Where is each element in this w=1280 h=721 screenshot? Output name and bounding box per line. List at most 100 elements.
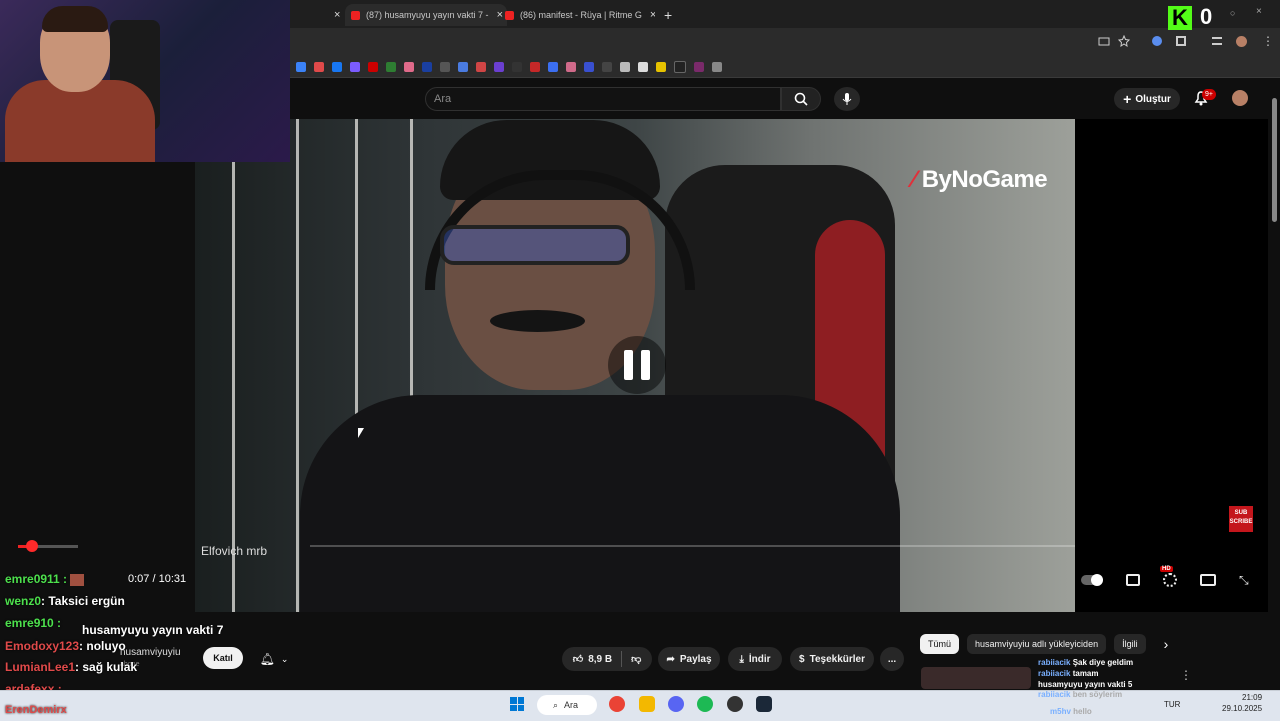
settings-gear-icon[interactable] bbox=[1163, 573, 1178, 587]
spotify-icon[interactable] bbox=[697, 696, 713, 712]
chat-message: rabiiacik Şak diye geldim bbox=[1038, 658, 1134, 667]
bookmark-icon[interactable] bbox=[694, 61, 704, 72]
chevron-down-icon: ⌄ bbox=[280, 653, 289, 664]
profile-icon[interactable] bbox=[1236, 36, 1247, 47]
bookmark-icon[interactable] bbox=[584, 61, 594, 72]
bookmark-icon[interactable] bbox=[530, 61, 540, 72]
page-scrollbar[interactable] bbox=[1272, 98, 1277, 222]
notification-badge: 9+ bbox=[1202, 89, 1216, 100]
download-button[interactable]: ⤓ İndir bbox=[728, 647, 782, 671]
bookmarks-bar bbox=[290, 56, 1280, 78]
media-icon[interactable] bbox=[1212, 37, 1222, 45]
steam-icon[interactable] bbox=[756, 696, 772, 712]
theater-mode-icon[interactable] bbox=[1200, 574, 1217, 586]
language-indicator[interactable]: TUR bbox=[1164, 700, 1180, 709]
bookmark-icon[interactable] bbox=[314, 61, 324, 72]
obs-icon[interactable] bbox=[727, 696, 743, 712]
new-tab-button[interactable]: + bbox=[664, 4, 672, 26]
dislike-icon[interactable]: 👎︎ bbox=[631, 653, 641, 665]
chat-message: emre910 : bbox=[5, 616, 62, 630]
file-explorer-icon[interactable] bbox=[639, 696, 655, 712]
bookmark-icon[interactable] bbox=[602, 61, 612, 72]
bookmark-icon[interactable] bbox=[656, 61, 666, 72]
avatar[interactable] bbox=[1232, 90, 1248, 106]
autoplay-toggle[interactable] bbox=[1081, 574, 1104, 586]
join-button[interactable]: Katıl bbox=[203, 647, 243, 669]
menu-kebab-icon[interactable]: ⋮ bbox=[1262, 34, 1274, 48]
bookmark-icon[interactable] bbox=[566, 61, 576, 72]
like-count[interactable]: 8,9 B bbox=[588, 654, 612, 665]
more-actions-button[interactable]: ... bbox=[880, 647, 904, 671]
bynogame-watermark: ∕ ByNoGame bbox=[912, 166, 1048, 194]
bookmark-icon[interactable] bbox=[476, 61, 486, 72]
address-bar[interactable]: ⋮ bbox=[290, 28, 1280, 56]
bookmark-icon[interactable] bbox=[512, 61, 522, 72]
subscription-bell-button[interactable]: 🔔︎ ⌄ bbox=[254, 648, 294, 670]
bookmark-icon[interactable] bbox=[332, 61, 342, 72]
extensions-puzzle-icon[interactable] bbox=[1176, 36, 1186, 46]
like-icon[interactable]: 👍︎ bbox=[573, 653, 583, 665]
bookmark-icon[interactable] bbox=[440, 61, 450, 72]
chip-related[interactable]: İlgili bbox=[1114, 634, 1146, 654]
minimize-icon[interactable]: ○ bbox=[1230, 8, 1235, 18]
tab-close-previous[interactable]: × bbox=[326, 4, 340, 26]
chat-message: rabiiacik ben söylerim bbox=[1038, 690, 1123, 699]
close-icon[interactable]: × bbox=[497, 9, 503, 21]
chat-message: wenz0: Taksici ergün bbox=[5, 594, 125, 608]
chevron-right-icon[interactable]: › bbox=[1164, 636, 1169, 652]
chrome-icon[interactable] bbox=[609, 696, 625, 712]
close-icon[interactable]: × bbox=[650, 9, 655, 21]
light-stripe bbox=[296, 119, 299, 612]
video-progress-bar[interactable] bbox=[310, 545, 1075, 547]
install-icon[interactable] bbox=[1098, 36, 1110, 48]
subscribe-badge[interactable]: SUB SCRIBE bbox=[1229, 506, 1253, 532]
menu-kebab-icon[interactable]: ⋮ bbox=[1180, 668, 1192, 682]
fullscreen-icon[interactable]: ⤡ bbox=[1239, 573, 1249, 588]
search-input[interactable]: Ara bbox=[425, 87, 781, 111]
bookmark-icon[interactable] bbox=[296, 61, 306, 72]
bookmark-icon[interactable] bbox=[494, 61, 504, 72]
thanks-button[interactable]: $ Teşekkürler bbox=[790, 647, 874, 671]
clock-date: 29.10.2025 bbox=[1222, 704, 1263, 713]
tab-active[interactable]: (87) husamyuyu yayın vakti 7 - × bbox=[345, 4, 507, 26]
mouse-cursor bbox=[358, 428, 364, 438]
close-window-icon[interactable]: × bbox=[1256, 6, 1262, 17]
bookmark-icon[interactable] bbox=[638, 61, 648, 72]
download-label: İndir bbox=[748, 653, 771, 665]
search-button[interactable] bbox=[781, 87, 821, 111]
bookmark-icon[interactable] bbox=[620, 61, 630, 72]
bookmark-icon[interactable] bbox=[368, 61, 378, 72]
channel-name[interactable]: husamviyuyiu bbox=[120, 647, 181, 658]
bookmark-icon[interactable] bbox=[386, 61, 396, 72]
chat-message: ErenDemirx bbox=[5, 704, 67, 716]
like-dislike-group: 👍︎ 8,9 B 👎︎ bbox=[562, 647, 652, 671]
tab-title: (87) husamyuyu yayın vakti 7 - bbox=[366, 10, 489, 20]
search-icon: ⌕ bbox=[553, 699, 559, 710]
chip-from-uploader[interactable]: husamviyuyiu adlı yükleyiciden bbox=[967, 634, 1107, 654]
voice-search-button[interactable] bbox=[834, 87, 860, 111]
bookmark-icon[interactable] bbox=[674, 60, 686, 73]
bookmark-icon[interactable] bbox=[548, 61, 558, 72]
clock[interactable]: 21:09 29.10.2025 bbox=[1222, 692, 1262, 714]
bookmark-icon[interactable] bbox=[712, 61, 722, 72]
extension-icon[interactable] bbox=[1152, 36, 1162, 46]
bookmark-icon[interactable] bbox=[350, 61, 360, 72]
star-icon[interactable] bbox=[1118, 35, 1130, 47]
mustache bbox=[490, 310, 585, 332]
chip-all[interactable]: Tümü bbox=[920, 634, 960, 654]
discord-icon[interactable] bbox=[668, 696, 684, 712]
volume-knob[interactable] bbox=[26, 540, 38, 552]
windows-start-icon[interactable] bbox=[510, 697, 524, 711]
plus-icon: + bbox=[1123, 91, 1132, 107]
share-button[interactable]: ➦ Paylaş bbox=[658, 647, 720, 671]
bookmark-icon[interactable] bbox=[458, 61, 468, 72]
recommendation-thumbnail[interactable] bbox=[921, 667, 1031, 689]
bookmark-icon[interactable] bbox=[422, 61, 432, 72]
chat-message: LumianLee1: sağ kulak bbox=[5, 660, 138, 674]
pause-button[interactable] bbox=[608, 336, 666, 394]
create-button[interactable]: + Oluştur bbox=[1114, 88, 1180, 110]
tab-manifest[interactable]: (86) manifest - Rüya | Ritme G × bbox=[505, 4, 655, 26]
bookmark-icon[interactable] bbox=[404, 61, 414, 72]
taskbar-search[interactable]: ⌕ Ara bbox=[537, 695, 597, 715]
subtitles-icon[interactable] bbox=[1126, 574, 1141, 586]
